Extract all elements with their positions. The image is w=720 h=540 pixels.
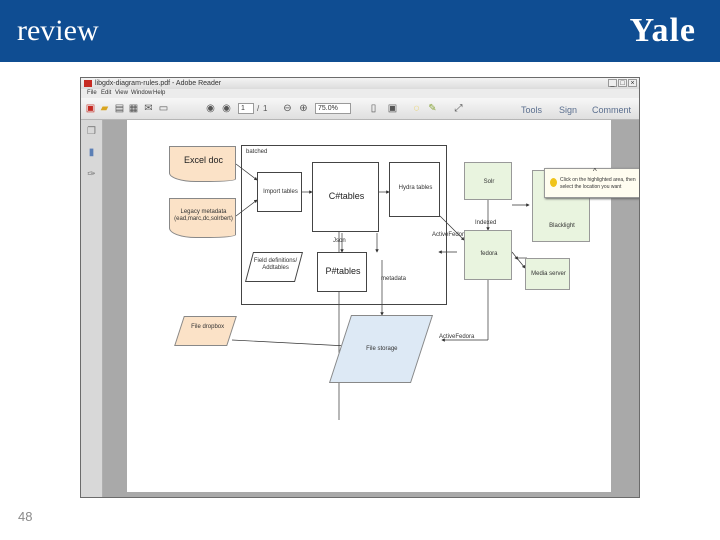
metadata-label: metadata <box>381 276 407 282</box>
page-number-input[interactable]: 1 <box>238 103 254 114</box>
hydra-tables-label: Hydra tables <box>398 185 433 191</box>
pdf-page: Excel doc Legacy metadata (ead,marc,dc,s… <box>127 120 611 492</box>
excel-doc-label: Excel doc <box>183 155 224 165</box>
legacy-metadata-label: Legacy metadata (ead,marc,dc,solrbert) <box>174 209 233 222</box>
slide-title: review <box>17 14 99 47</box>
zoom-select[interactable]: 75.0% <box>315 103 351 114</box>
menu-view[interactable]: View <box>115 89 128 98</box>
file-dropbox-shape: File dropbox <box>174 316 237 346</box>
menu-edit[interactable]: Edit <box>101 89 111 98</box>
c-tables-box: C#tables <box>312 162 379 232</box>
window-title: libgdx-diagram-rules.pdf - Adobe Reader <box>95 80 222 87</box>
p-tables-box: P#tables <box>317 252 367 292</box>
bookmarks-icon[interactable]: ▮ <box>86 147 97 158</box>
legacy-metadata-shape: Legacy metadata (ead,marc,dc,solrbert) <box>169 198 236 238</box>
maximize-button[interactable]: □ <box>618 79 627 87</box>
print-icon[interactable]: ▤ <box>114 103 125 114</box>
fedora-box: fedora <box>464 230 512 280</box>
hydra-tables-box: Hydra tables <box>389 162 440 217</box>
file-dropbox-label: File dropbox <box>191 324 225 330</box>
blacklight-label: Blacklight <box>549 223 575 229</box>
minimize-button[interactable]: _ <box>608 79 617 87</box>
adobe-reader-window: libgdx-diagram-rules.pdf - Adobe Reader … <box>80 77 640 498</box>
close-button[interactable]: × <box>628 79 637 87</box>
slide-header: review Yale <box>0 0 720 62</box>
tooltip-collapse-icon[interactable]: ^ <box>593 167 597 176</box>
sticky-note-icon[interactable]: ◌ <box>411 103 422 114</box>
menu-help[interactable]: Help <box>153 89 165 98</box>
help-tooltip: ^ Click on the highlighted area, then se… <box>544 167 639 198</box>
save-icon[interactable]: ▦ <box>128 103 139 114</box>
file-storage-label: File storage <box>366 346 398 352</box>
solr-label: Solr <box>483 179 495 185</box>
open-folder-icon[interactable]: ▰ <box>99 103 110 114</box>
slide-page-number: 48 <box>18 509 33 524</box>
import-tables-label: Import tables <box>263 189 298 195</box>
page-thumbnails-icon[interactable]: ❐ <box>86 126 97 137</box>
fedora-label: fedora <box>480 251 498 257</box>
toolbar: ▣ ▰ ▤ ▦ ✉ ▭ ◉ ◉ 1 / 1 ⊖ ⊕ 75.0% ▯ ▣ ◌ ✎ … <box>81 98 639 120</box>
solr-box: Solr <box>464 162 512 200</box>
field-definitions-label: Field definitions/ Addtables <box>253 258 298 271</box>
tooltip-text: Click on the highlighted area, then sele… <box>560 177 636 190</box>
yale-logo: Yale <box>629 12 696 49</box>
window-titlebar[interactable]: libgdx-diagram-rules.pdf - Adobe Reader … <box>81 78 639 89</box>
menu-file[interactable]: File <box>87 89 97 98</box>
field-definitions-shape: Field definitions/ Addtables <box>244 252 304 282</box>
fit-width-icon[interactable]: ▯ <box>368 103 379 114</box>
navigation-pane: ❐ ▮ ✑ <box>81 120 103 497</box>
p-tables-label: P#tables <box>325 266 361 276</box>
expand-toolbar-icon[interactable]: ⤢ <box>453 103 464 114</box>
highlight-icon[interactable]: ✎ <box>427 103 438 114</box>
indexed-label: Indexed <box>475 220 497 226</box>
menu-window[interactable]: Window <box>131 89 152 98</box>
c-tables-label: C#tables <box>328 191 365 201</box>
zoom-out-icon[interactable]: ⊖ <box>282 103 293 114</box>
batched-label: batched <box>246 149 268 155</box>
lightbulb-icon <box>550 178 557 187</box>
media-server-label: Media server <box>531 271 566 277</box>
document-area: Excel doc Legacy metadata (ead,marc,dc,s… <box>103 120 639 497</box>
media-server-box: Media server <box>525 258 570 290</box>
active-fedora-label-2: ActiveFedora <box>439 334 475 340</box>
page-total: 1 <box>263 104 268 113</box>
scan-icon[interactable]: ▭ <box>158 103 169 114</box>
attachments-icon[interactable]: ✑ <box>86 169 97 180</box>
email-icon[interactable]: ✉ <box>143 103 154 114</box>
zoom-in-icon[interactable]: ⊕ <box>298 103 309 114</box>
adobe-app-icon <box>84 80 92 87</box>
comment-pane-button[interactable]: Comment <box>592 105 631 115</box>
sign-pane-button[interactable]: Sign <box>559 105 577 115</box>
excel-doc-shape: Excel doc <box>169 146 236 182</box>
next-page-icon[interactable]: ◉ <box>221 103 232 114</box>
tools-pane-button[interactable]: Tools <box>521 105 542 115</box>
import-tables-box: Import tables <box>257 172 302 212</box>
fit-page-icon[interactable]: ▣ <box>387 103 398 114</box>
menu-bar: File Edit View Window Help <box>81 89 639 98</box>
json-label: Json <box>333 238 346 244</box>
page-separator: / <box>257 104 260 113</box>
active-fedora-label-1: ActiveFedora <box>432 232 468 238</box>
previous-page-icon[interactable]: ◉ <box>205 103 216 114</box>
create-pdf-icon[interactable]: ▣ <box>85 103 96 114</box>
